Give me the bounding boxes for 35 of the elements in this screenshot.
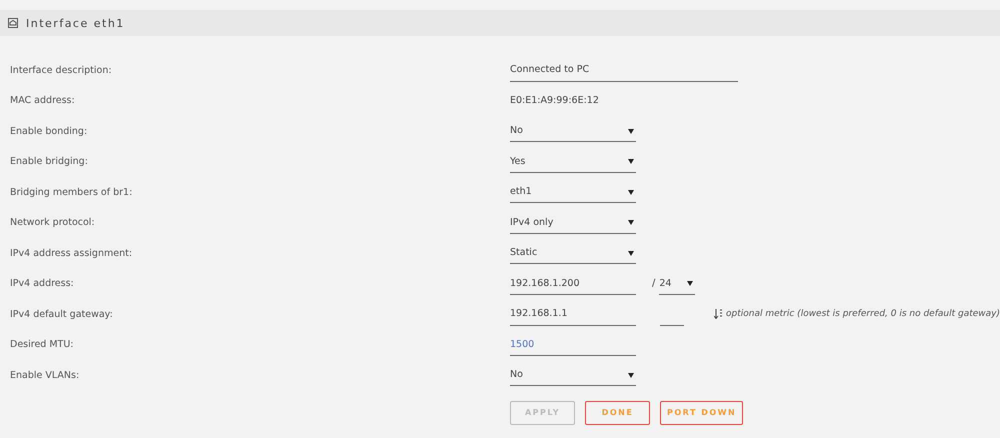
dropdown[interactable]: Yes [510,150,636,173]
field-label: IPv4 address: [9,278,75,290]
caret-icon [628,250,634,256]
caret-icon [628,372,634,378]
dropdown[interactable]: eth1 [510,181,636,204]
description-field[interactable]: Connected to PC [510,58,738,82]
dropdown[interactable]: IPv4 only [510,212,636,234]
caret-icon [687,280,694,286]
field-label: Enable bridging: [9,156,89,168]
gateway-field[interactable]: 192.168.1.1 [510,302,636,326]
metric-hint: optional metric (lowest is preferred, 0 is no default gateway) [726,309,1000,320]
field-label: MAC address: [9,95,76,106]
collapse-icon[interactable] [8,18,18,28]
caret-icon [628,128,634,134]
prefix-separator: / [652,278,656,290]
caret-icon [628,188,634,195]
field-label: Network protocol: [9,217,96,228]
dropdown[interactable]: 24 [659,272,696,295]
field-label: Interface description: [9,64,113,76]
field-label: IPv4 default gateway: [9,308,114,320]
panel-title: Interface eth1 [26,16,125,30]
ip-address-field[interactable]: 192.168.1.200 [510,272,636,296]
caret-icon [628,158,634,164]
field-label: Enable bonding: [9,126,88,137]
field-label: IPv4 address assignment: [9,248,134,259]
dropdown[interactable]: Static [510,242,636,264]
dropdown[interactable]: No [510,364,636,386]
mac-address: E0:E1:A9:99:6E:12 [510,95,599,106]
field-label: Desired MTU: [9,339,74,350]
dropdown[interactable]: No [510,120,636,142]
mtu-field[interactable]: 1500 [510,333,636,356]
caret-icon [628,219,634,226]
field-label: Enable VLANs: [9,370,80,381]
field-label: Bridging members of br1: [9,186,134,198]
sort-icon [714,309,723,320]
